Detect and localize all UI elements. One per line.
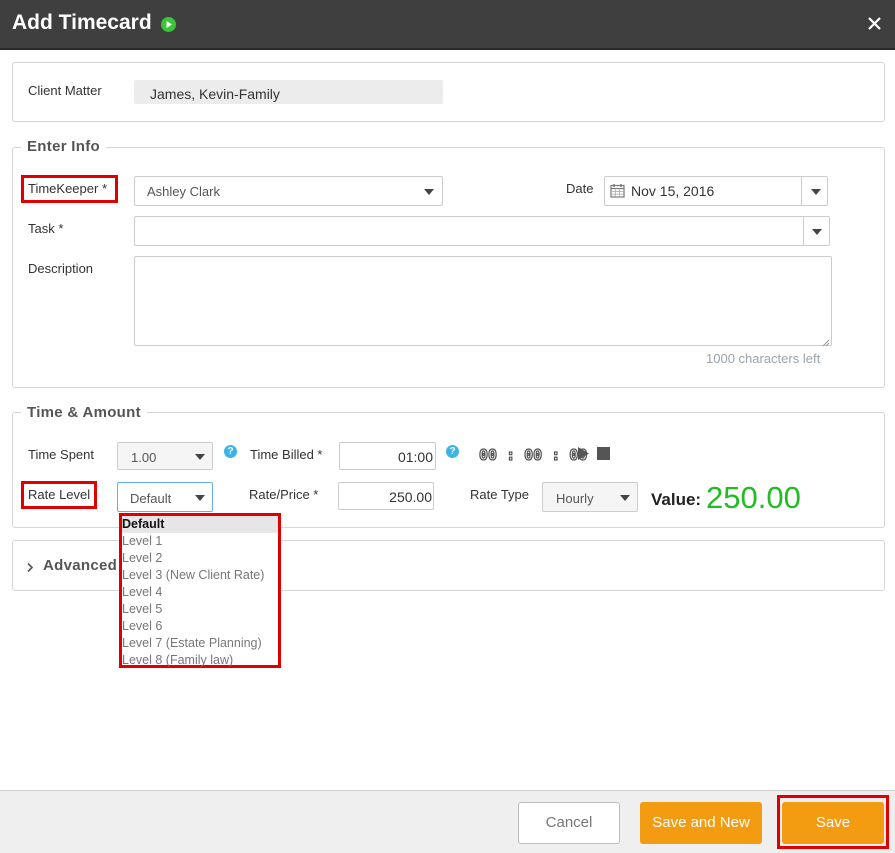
time-spent-label: Time Spent (28, 447, 94, 462)
dialog-title: Add Timecard (12, 11, 152, 34)
rate-level-value: Default (130, 491, 172, 506)
rate-level-option[interactable]: Level 8 (Family law) (122, 652, 278, 669)
play-circle-icon[interactable] (161, 17, 176, 32)
rate-level-option[interactable]: Level 3 (New Client Rate) (122, 567, 278, 584)
stop-icon[interactable] (597, 447, 610, 460)
client-matter-value: James, Kevin-Family (134, 80, 443, 104)
timer-display: 00 : 00 : 00 (478, 445, 588, 464)
timekeeper-value: Ashley Clark (147, 184, 220, 199)
chevron-right-icon[interactable] (26, 560, 34, 573)
rate-level-dropdown-list: Default Level 1 Level 2 Level 3 (New Cli… (119, 513, 281, 668)
chevron-down-icon[interactable] (811, 189, 821, 195)
calendar-icon (610, 183, 625, 198)
save-button[interactable]: Save (782, 802, 884, 844)
rate-type-select[interactable]: Hourly (542, 482, 638, 512)
time-billed-label: Time Billed * (250, 447, 323, 462)
save-and-new-button[interactable]: Save and New (640, 802, 762, 844)
rate-type-label: Rate Type (470, 487, 530, 502)
close-icon[interactable] (866, 15, 883, 32)
rate-level-label: Rate Level (28, 487, 91, 502)
rate-level-option[interactable]: Level 4 (122, 584, 278, 601)
chevron-down-icon[interactable] (812, 229, 822, 235)
time-spent-value: 1.00 (131, 450, 157, 465)
help-icon[interactable]: ? (446, 445, 459, 458)
rate-price-label: Rate/Price * (249, 487, 319, 502)
resize-handle-icon[interactable] (821, 335, 830, 347)
characters-left: 1000 characters left (706, 351, 821, 366)
time-amount-legend: Time & Amount (21, 404, 147, 421)
rate-type-value: Hourly (556, 491, 594, 506)
description-textarea[interactable] (134, 256, 832, 347)
timekeeper-label: TimeKeeper * (28, 181, 107, 196)
rate-level-select[interactable]: Default (117, 482, 213, 512)
value-label: Value: (651, 490, 702, 509)
chevron-down-icon (195, 454, 205, 460)
date-value: Nov 15, 2016 (631, 183, 715, 199)
advanced-label[interactable]: Advanced (43, 557, 117, 574)
task-combobox[interactable] (134, 216, 830, 246)
time-spent-select[interactable]: 1.00 (117, 442, 213, 470)
value-amount: 250.00 (706, 480, 801, 515)
date-label: Date (566, 181, 594, 196)
rate-level-option[interactable]: Level 5 (122, 601, 278, 618)
chevron-down-icon (195, 495, 205, 501)
cancel-button[interactable]: Cancel (518, 802, 620, 844)
rate-level-option[interactable]: Level 1 (122, 533, 278, 550)
description-label: Description (28, 261, 94, 276)
rate-level-option[interactable]: Level 2 (122, 550, 278, 567)
date-picker[interactable]: Nov 15, 2016 (604, 176, 828, 206)
enter-info-legend: Enter Info (21, 138, 106, 155)
play-icon[interactable] (577, 447, 590, 460)
timekeeper-select[interactable]: Ashley Clark (134, 176, 443, 206)
rate-level-option[interactable]: Level 6 (122, 618, 278, 635)
rate-level-option[interactable]: Default (122, 516, 278, 533)
chevron-down-icon (620, 495, 630, 501)
task-label: Task * (28, 221, 64, 236)
client-matter-label: Client Matter (28, 83, 102, 98)
chevron-down-icon (424, 189, 434, 195)
time-billed-input[interactable]: 01:00 (339, 442, 436, 470)
rate-level-option[interactable]: Level 7 (Estate Planning) (122, 635, 278, 652)
rate-price-input[interactable]: 250.00 (338, 482, 434, 510)
help-icon[interactable]: ? (224, 445, 237, 458)
